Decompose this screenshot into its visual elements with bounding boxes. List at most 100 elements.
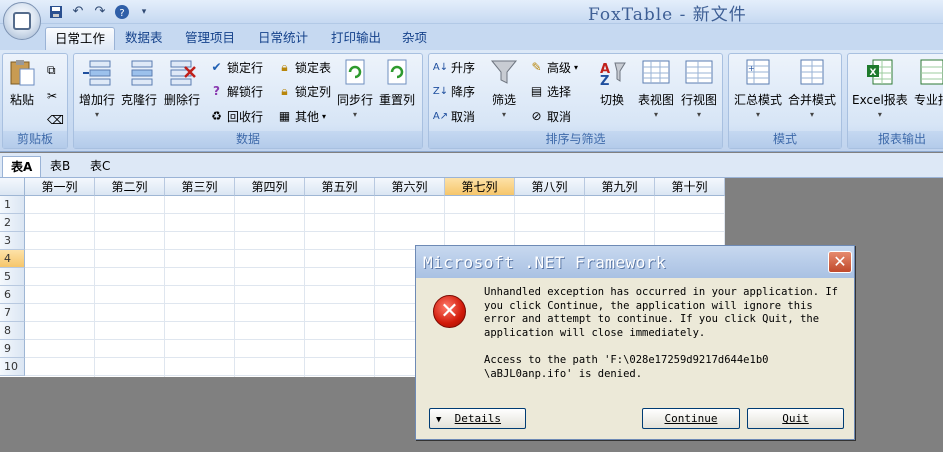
row-header[interactable]: 9 <box>0 340 25 358</box>
column-header[interactable]: 第四列 <box>235 178 305 196</box>
recycle-row-button[interactable]: ♻ 回收行 <box>209 106 263 126</box>
group-sort-filter: A↓ 升序 Z↓ 降序 A↗ 取消 筛选 ▾ ✎ 高级 ▾ ▤ 选择 ⊘ 取消 AZ 切换 表… <box>428 53 723 149</box>
row-view-icon <box>685 60 713 84</box>
column-header[interactable]: 第十列 <box>655 178 725 196</box>
quit-button[interactable]: Quit <box>747 408 844 429</box>
filter-button[interactable]: 筛选 ▾ <box>489 57 519 119</box>
chevron-down-icon: ▾ <box>877 110 882 119</box>
delete-row-icon <box>170 60 196 86</box>
row-header[interactable]: 4 <box>0 250 25 268</box>
save-icon[interactable] <box>48 4 64 20</box>
sync-row-button[interactable]: 同步行 ▾ <box>337 57 373 119</box>
add-row-button[interactable]: 增加行 ▾ <box>79 57 115 119</box>
quick-access-toolbar: ↶ ↷ ? ▾ <box>44 2 152 21</box>
clone-row-button[interactable]: 克隆行 <box>121 57 157 108</box>
message-line-1: Unhandled exception has occurred in your… <box>484 286 839 298</box>
column-header[interactable]: 第一列 <box>25 178 95 196</box>
question-icon: ? <box>213 84 220 98</box>
close-icon[interactable]: ✕ <box>828 251 852 273</box>
row-header[interactable]: 8 <box>0 322 25 340</box>
group-clipboard: 粘贴 ⧉ ✂ ⌫ 剪贴板 <box>2 53 68 149</box>
select-button[interactable]: ▤ 选择 <box>529 81 571 101</box>
sort-ascending-button[interactable]: A↓ 升序 <box>433 57 475 77</box>
sheet-tab-c[interactable]: 表C <box>82 156 118 177</box>
cancel-sort-button[interactable]: A↗ 取消 <box>433 106 475 126</box>
column-header[interactable]: 第九列 <box>585 178 655 196</box>
ribbon: 粘贴 ⧉ ✂ ⌫ 剪贴板 增加行 ▾ 克隆行 删除行 ✔ 锁定行 ? 解锁行 ♻ 回收… <box>0 50 943 152</box>
svg-text:Z: Z <box>600 74 609 87</box>
lock-table-button[interactable]: 🔒︎ 锁定表 <box>277 57 331 77</box>
tab-misc[interactable]: 杂项 <box>393 27 436 50</box>
row-header[interactable]: 6 <box>0 286 25 304</box>
summary-mode-button[interactable]: + 汇总模式 ▾ <box>734 57 782 119</box>
column-header[interactable]: 第二列 <box>95 178 165 196</box>
ribbon-tabs: 日常工作 数据表 管理项目 日常统计 打印输出 杂项 <box>0 24 943 50</box>
details-button[interactable]: ▼ Details <box>429 408 526 429</box>
switch-icon: AZ <box>600 62 626 87</box>
column-header[interactable]: 第六列 <box>375 178 445 196</box>
add-row-icon <box>83 60 111 86</box>
row-header[interactable]: 2 <box>0 214 25 232</box>
add-row-label: 增加行 <box>79 93 116 107</box>
pro-report-icon <box>920 59 943 85</box>
chevron-down-icon: ▾ <box>756 110 761 119</box>
svg-text:?: ? <box>119 8 124 19</box>
format-painter-icon[interactable]: ⌫ <box>47 110 64 130</box>
grid-column-line <box>94 196 95 377</box>
advanced-filter-button[interactable]: ✎ 高级 ▾ <box>529 57 578 77</box>
office-button[interactable] <box>3 2 41 40</box>
row-header[interactable]: 3 <box>0 232 25 250</box>
clone-row-label: 克隆行 <box>121 93 158 107</box>
group-data: 增加行 ▾ 克隆行 删除行 ✔ 锁定行 ? 解锁行 ♻ 回收行 🔒︎ 锁定表 🔒︎ 锁定列… <box>73 53 423 149</box>
details-label: Details <box>454 412 502 425</box>
help-icon[interactable]: ? <box>114 4 130 20</box>
checkmark-icon: ✔ <box>211 60 222 74</box>
lock-row-button[interactable]: ✔ 锁定行 <box>209 57 263 77</box>
delete-row-button[interactable]: 删除行 <box>164 57 200 108</box>
table-view-label: 表视图 <box>638 93 675 107</box>
cut-icon[interactable]: ✂ <box>47 86 57 106</box>
lock-column-button[interactable]: 🔒︎ 锁定列 <box>277 81 331 101</box>
excel-report-button[interactable]: X Excel报表 ▾ <box>852 57 908 119</box>
tab-daily-work[interactable]: 日常工作 <box>45 27 116 50</box>
cancel-filter-button[interactable]: ⊘ 取消 <box>529 106 571 126</box>
row-view-button[interactable]: 行视图 ▾ <box>681 57 717 119</box>
tab-daily-statistics[interactable]: 日常统计 <box>249 27 317 50</box>
pro-report-button[interactable]: 专业报 <box>914 57 943 108</box>
paste-button[interactable]: 粘贴 <box>7 57 37 108</box>
unlock-row-button[interactable]: ? 解锁行 <box>209 81 263 101</box>
row-header[interactable]: 1 <box>0 196 25 214</box>
reset-column-button[interactable]: 重置列 <box>379 57 415 108</box>
tab-data-table[interactable]: 数据表 <box>116 27 172 50</box>
column-header[interactable]: 第三列 <box>165 178 235 196</box>
sort-asc-icon: A↓ <box>432 61 449 73</box>
row-header[interactable]: 7 <box>0 304 25 322</box>
continue-button[interactable]: Continue <box>642 408 740 429</box>
customize-qat-chevron-icon[interactable]: ▾ <box>136 4 152 20</box>
column-header[interactable]: 第五列 <box>305 178 375 196</box>
grid-corner[interactable] <box>0 178 25 196</box>
column-header[interactable]: 第七列 <box>445 178 515 196</box>
delete-row-label: 删除行 <box>164 93 201 107</box>
switch-button[interactable]: AZ 切换 <box>597 57 627 108</box>
column-header[interactable]: 第八列 <box>515 178 585 196</box>
row-header[interactable]: 10 <box>0 358 25 376</box>
summary-mode-icon: + <box>746 59 770 85</box>
tab-manage-project[interactable]: 管理项目 <box>176 27 244 50</box>
sheet-tab-b[interactable]: 表B <box>42 156 78 177</box>
sheet-tab-a[interactable]: 表A <box>2 156 42 177</box>
other-button[interactable]: ▦ 其他 ▾ <box>277 106 326 126</box>
sort-descending-button[interactable]: Z↓ 降序 <box>433 81 475 101</box>
tab-print-output[interactable]: 打印输出 <box>322 27 390 50</box>
group-report: X Excel报表 ▾ 专业报 报表输出 <box>847 53 943 149</box>
redo-icon[interactable]: ↷ <box>92 4 108 20</box>
reset-column-label: 重置列 <box>379 93 416 107</box>
recycle-icon: ♻ <box>211 109 222 123</box>
chevron-down-icon: ▾ <box>654 110 659 119</box>
copy-icon[interactable]: ⧉ <box>47 60 56 80</box>
table-view-button[interactable]: 表视图 ▾ <box>638 57 674 119</box>
undo-icon[interactable]: ↶ <box>70 4 86 20</box>
row-header[interactable]: 5 <box>0 268 25 286</box>
grid-row-line <box>25 231 725 232</box>
merge-mode-button[interactable]: 合并模式 ▾ <box>788 57 836 119</box>
